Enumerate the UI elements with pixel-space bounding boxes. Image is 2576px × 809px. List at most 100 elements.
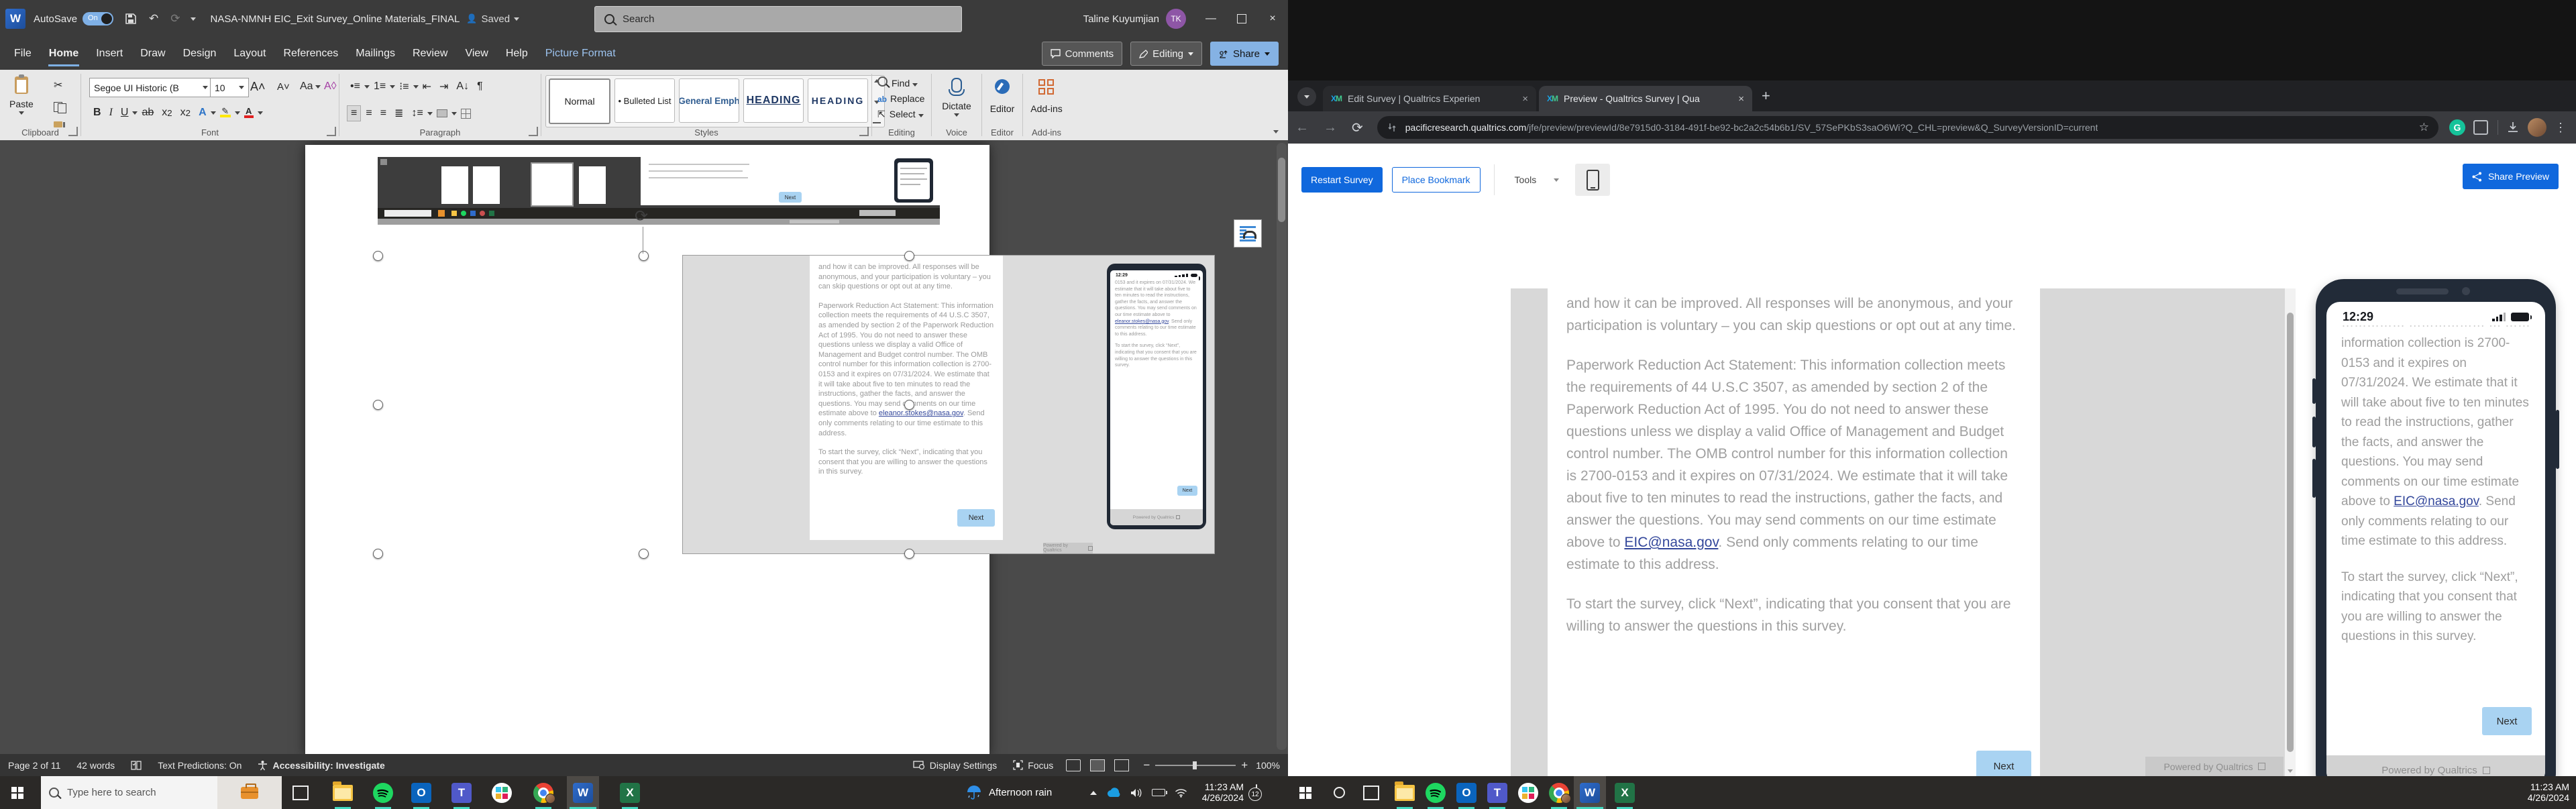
tab-design[interactable]: Design bbox=[174, 38, 225, 70]
share-preview-button[interactable]: Share Preview bbox=[2463, 164, 2559, 189]
change-case-icon[interactable]: Aa bbox=[297, 79, 324, 94]
zoom-in-button[interactable]: + bbox=[1241, 759, 1248, 772]
browser-profile-avatar[interactable] bbox=[2528, 118, 2546, 137]
selection-handle-bottom-right[interactable] bbox=[904, 549, 914, 559]
subscript-button[interactable]: x2 bbox=[158, 105, 175, 120]
new-tab-button[interactable]: + bbox=[1762, 87, 1770, 105]
taskbar-file-explorer-right[interactable] bbox=[1389, 776, 1421, 809]
word-search-box[interactable] bbox=[594, 6, 962, 32]
minimize-button[interactable]: — bbox=[1195, 0, 1226, 38]
status-accessibility[interactable]: Accessibility: Investigate bbox=[258, 760, 384, 771]
bold-button[interactable]: B bbox=[90, 105, 105, 120]
restore-button[interactable] bbox=[1226, 0, 1257, 38]
taskbar-clock-right[interactable]: 11:23 AM 4/26/2024 bbox=[2508, 781, 2569, 803]
align-center-button[interactable]: ≡ bbox=[362, 106, 375, 121]
taskbar-spotify[interactable] bbox=[367, 776, 399, 809]
taskbar-search-input[interactable] bbox=[66, 786, 209, 799]
borders-icon[interactable] bbox=[458, 107, 474, 120]
place-bookmark-button[interactable]: Place Bookmark bbox=[1392, 167, 1481, 193]
rotate-handle-icon[interactable]: ⟳ bbox=[635, 207, 648, 226]
zoom-level[interactable]: 100% bbox=[1256, 760, 1280, 771]
survey-email-link[interactable]: EIC@nasa.gov bbox=[1624, 535, 1718, 550]
comments-button[interactable]: Comments bbox=[1042, 42, 1123, 66]
line-spacing-icon[interactable]: ↕≡ bbox=[408, 106, 426, 121]
selection-handle-top-center[interactable] bbox=[639, 251, 649, 261]
select-button[interactable]: ⇱Select bbox=[877, 109, 924, 120]
style-bulleted-list[interactable]: • Bulleted List bbox=[614, 78, 675, 123]
survey-next-button[interactable]: Next bbox=[1976, 751, 2031, 776]
share-button[interactable]: Share bbox=[1210, 42, 1279, 66]
multilevel-list-button[interactable]: ⁝≡ bbox=[396, 78, 412, 95]
scroll-down-arrow-icon[interactable] bbox=[2288, 769, 2293, 773]
restart-survey-button[interactable]: Restart Survey bbox=[1301, 167, 1383, 193]
preview-scrollbar-thumb[interactable] bbox=[2287, 313, 2294, 752]
close-button[interactable]: × bbox=[1257, 0, 1288, 38]
align-left-button[interactable]: ≡ bbox=[347, 105, 361, 121]
word-vertical-scrollbar[interactable] bbox=[1277, 143, 1287, 750]
word-scrollbar-thumb[interactable] bbox=[1278, 158, 1285, 222]
grammarly-extension-icon[interactable]: G bbox=[2449, 119, 2465, 136]
style-general-emph[interactable]: General Emph bbox=[679, 78, 739, 123]
taskbar-outlook-right[interactable]: O bbox=[1450, 776, 1483, 809]
tab-layout[interactable]: Layout bbox=[225, 38, 274, 70]
tab-view[interactable]: View bbox=[456, 38, 496, 70]
tab-picture-format[interactable]: Picture Format bbox=[537, 38, 625, 70]
onedrive-icon[interactable] bbox=[1106, 788, 1121, 798]
strikethrough-button[interactable]: ab bbox=[138, 105, 157, 120]
style-heading-underlined[interactable]: HEADING bbox=[743, 78, 804, 123]
taskbar-word-active[interactable]: W bbox=[567, 776, 599, 809]
selected-picture-qualtrics-preview[interactable]: and how it can be improved. All response… bbox=[683, 256, 1214, 553]
find-button[interactable]: Find bbox=[877, 76, 924, 89]
paragraph-dialog-launcher[interactable] bbox=[529, 127, 538, 136]
embedded-screenshot-fragment[interactable]: Next bbox=[378, 157, 940, 225]
powered-by-qualtrics-badge[interactable]: Powered by Qualtrics bbox=[2145, 757, 2284, 776]
tab-review[interactable]: Review bbox=[404, 38, 456, 70]
taskbar-teams-right[interactable]: T bbox=[1481, 776, 1513, 809]
cut-icon[interactable]: ✂ bbox=[50, 77, 70, 93]
zoom-out-button[interactable]: − bbox=[1143, 759, 1150, 772]
zoom-slider[interactable] bbox=[1155, 765, 1236, 766]
taskbar-teams[interactable]: T bbox=[445, 776, 478, 809]
underline-button[interactable]: U bbox=[117, 105, 132, 120]
text-effects-icon[interactable]: A bbox=[195, 105, 210, 120]
collapse-ribbon-icon[interactable] bbox=[1273, 130, 1279, 133]
word-app-icon[interactable]: W bbox=[5, 9, 25, 29]
battery-icon[interactable] bbox=[1152, 789, 1165, 796]
selection-handle-mid-left[interactable] bbox=[373, 400, 383, 410]
phone-powered-footer[interactable]: Powered by Qualtrics bbox=[2326, 755, 2545, 776]
clear-formatting-icon[interactable]: A◊ bbox=[321, 79, 340, 94]
weather-widget[interactable]: Afternoon rain bbox=[966, 776, 1052, 809]
focus-button[interactable]: Focus bbox=[1013, 760, 1053, 771]
taskbar-clock[interactable]: 11:23 AM 4/26/2024 bbox=[1182, 781, 1244, 803]
save-icon[interactable] bbox=[125, 13, 137, 25]
quick-access-chevron-icon[interactable] bbox=[191, 17, 196, 21]
reload-icon[interactable]: ⟳ bbox=[1352, 119, 1363, 136]
font-name-select[interactable]: Segoe UI Historic (B bbox=[89, 78, 213, 97]
status-word-count[interactable]: 42 words bbox=[76, 760, 115, 771]
font-size-select[interactable]: 10 bbox=[210, 78, 249, 97]
tab-close-icon[interactable]: × bbox=[1522, 93, 1528, 105]
tab-search-chevron[interactable] bbox=[1297, 87, 1316, 106]
display-settings-button[interactable]: Display Settings bbox=[913, 760, 997, 771]
back-icon[interactable]: ← bbox=[1295, 120, 1309, 136]
tab-insert[interactable]: Insert bbox=[87, 38, 131, 70]
proofing-icon[interactable] bbox=[131, 760, 142, 771]
style-normal[interactable]: Normal bbox=[549, 78, 610, 124]
zoom-slider-thumb[interactable] bbox=[1193, 761, 1197, 769]
downloads-icon[interactable] bbox=[2506, 121, 2520, 134]
style-heading[interactable]: HEADING bbox=[808, 78, 868, 123]
task-view-button-right[interactable] bbox=[1355, 776, 1387, 809]
sort-icon[interactable]: A↓ bbox=[453, 79, 472, 94]
phone-email-link[interactable]: EIC@nasa.gov bbox=[2394, 494, 2479, 508]
shrink-font-icon[interactable]: A˅ bbox=[274, 80, 293, 94]
paste-button[interactable]: Paste bbox=[9, 76, 34, 115]
tab-home[interactable]: Home bbox=[40, 38, 87, 70]
taskbar-file-explorer[interactable] bbox=[327, 776, 359, 809]
start-button-right[interactable] bbox=[1289, 776, 1322, 809]
font-color-button[interactable]: A bbox=[241, 106, 257, 119]
selection-handle-bottom-center[interactable] bbox=[639, 549, 649, 559]
hidden-icons-chevron[interactable] bbox=[1090, 791, 1097, 795]
user-avatar[interactable]: TK bbox=[1166, 9, 1186, 29]
font-dialog-launcher[interactable] bbox=[327, 127, 336, 136]
volume-icon[interactable] bbox=[1130, 788, 1142, 798]
